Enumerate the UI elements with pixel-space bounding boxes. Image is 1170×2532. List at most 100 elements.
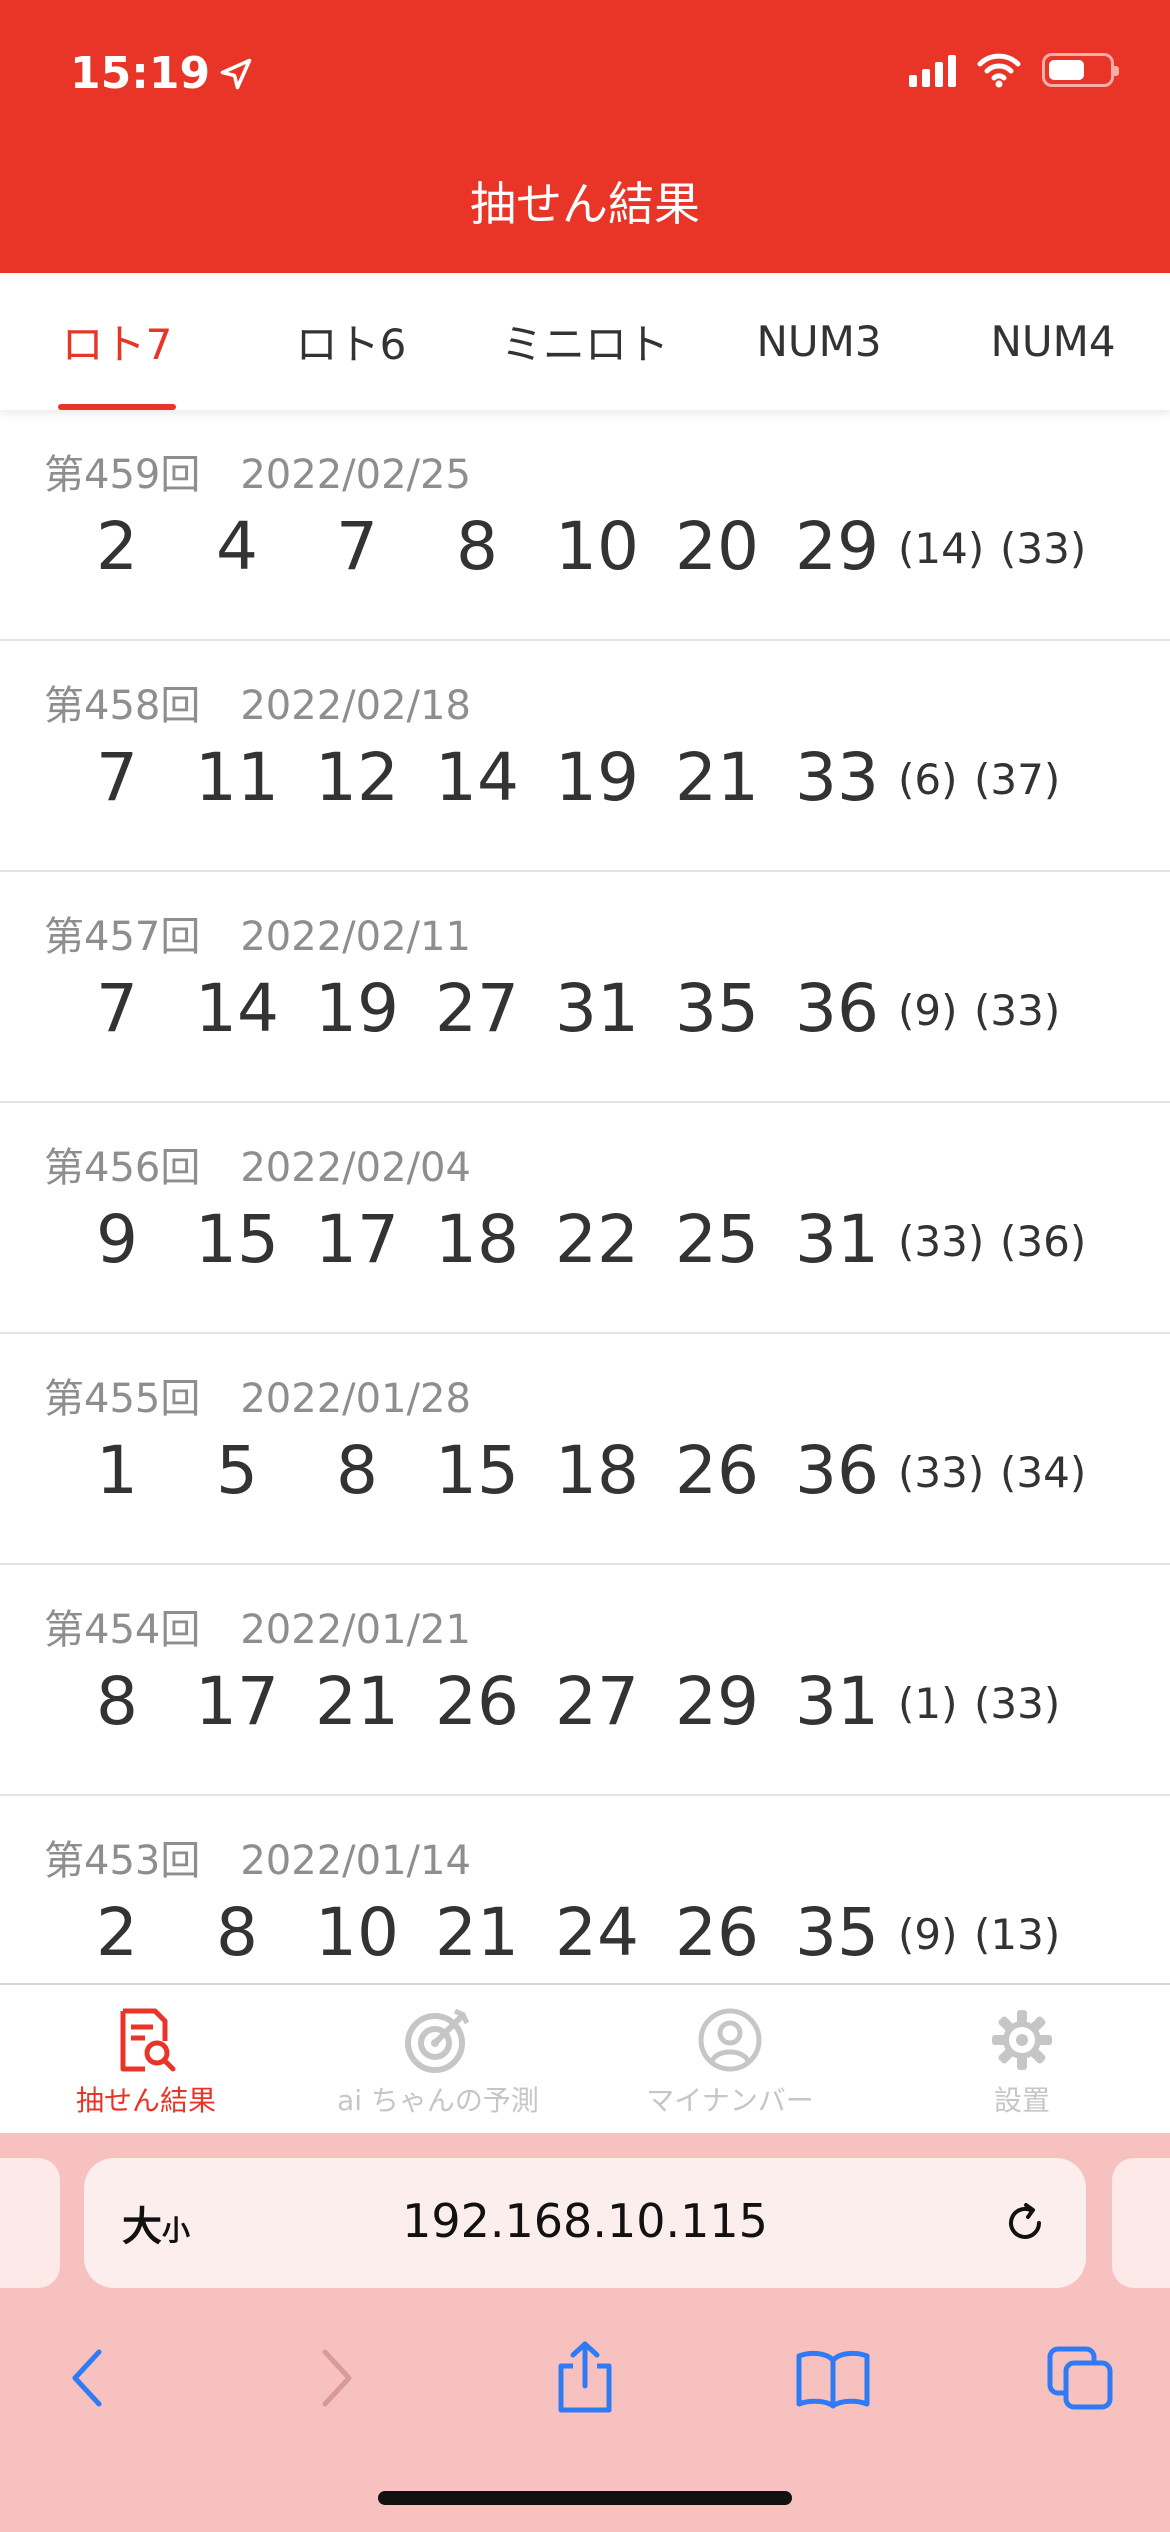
winning-number: 10	[315, 1894, 399, 1971]
result-meta: 第454回 2022/01/21	[44, 1597, 471, 1655]
target-icon	[403, 2005, 473, 2075]
result-meta: 第453回 2022/01/14	[44, 1828, 471, 1886]
reload-icon[interactable]	[1000, 2198, 1050, 2252]
winning-number: 35	[795, 1894, 879, 1971]
winning-number: 18	[555, 1432, 639, 1509]
browser-toolbar: 大小 192.168.10.115	[0, 2133, 1170, 2532]
share-icon	[558, 2341, 612, 2413]
result-row[interactable]: 第454回 2022/01/21 8 17 21 26 27 29 31 (1) …	[0, 1565, 1170, 1796]
round-number: 第455回	[44, 1376, 201, 1422]
tab-loto6[interactable]: ロト6	[234, 273, 468, 410]
result-row[interactable]: 第458回 2022/02/18 7 11 12 14 19 21 33 (6) …	[0, 641, 1170, 872]
winning-number: 7	[96, 739, 138, 816]
tabbar-item-my-number[interactable]: マイナンバー	[584, 1985, 876, 2135]
result-meta: 第458回 2022/02/18	[44, 673, 471, 731]
status-time-text: 15:19	[70, 48, 211, 99]
tabbar-label: 抽せん結果	[75, 2084, 216, 2117]
home-indicator	[378, 2491, 792, 2505]
tab-label: ロト6	[295, 320, 407, 369]
winning-number: 36	[795, 1432, 879, 1509]
app-header: 15:19 抽せん結果	[0, 0, 1170, 273]
url-text: 192.168.10.115	[402, 2194, 768, 2248]
winning-number: 7	[336, 508, 378, 585]
round-number: 第457回	[44, 914, 201, 960]
bottom-tab-bar: 抽せん結果 ai ちゃんの予測 マイナンバー 設置	[0, 1983, 1170, 2133]
winning-number: 2	[96, 508, 138, 585]
winning-number: 4	[216, 508, 258, 585]
results-list[interactable]: 第459回 2022/02/25 2 4 7 8 10 20 29 (14) (3…	[0, 410, 1170, 1983]
winning-number: 14	[435, 739, 519, 816]
bonus-number: (13)	[974, 1910, 1061, 1959]
round-number: 第456回	[44, 1145, 201, 1191]
winning-number: 1	[96, 1432, 138, 1509]
round-number: 第458回	[44, 683, 201, 729]
bonus-number: (36)	[1000, 1217, 1087, 1266]
winning-number: 11	[195, 739, 279, 816]
winning-number: 15	[435, 1432, 519, 1509]
tabs-icon	[1047, 2346, 1113, 2410]
active-tab-indicator	[58, 404, 176, 410]
bonus-number: (33)	[1000, 524, 1087, 573]
bookmarks-button[interactable]	[788, 2333, 878, 2423]
previous-tab-preview[interactable]	[0, 2158, 60, 2288]
tab-miniloto[interactable]: ミニロト	[468, 273, 702, 410]
bonus-number: (9)	[898, 1910, 958, 1959]
bonus-number: (34)	[1000, 1448, 1087, 1497]
result-row[interactable]: 第455回 2022/01/28 1 5 8 15 18 26 36 (33) (…	[0, 1334, 1170, 1565]
winning-number: 7	[96, 970, 138, 1047]
result-row[interactable]: 第456回 2022/02/04 9 15 17 18 22 25 31 (33)…	[0, 1103, 1170, 1334]
winning-number: 9	[96, 1201, 138, 1278]
tab-num4[interactable]: NUM4	[936, 273, 1170, 410]
winning-number: 26	[675, 1894, 759, 1971]
next-tab-preview[interactable]	[1112, 2158, 1170, 2288]
winning-number: 8	[96, 1663, 138, 1740]
result-row[interactable]: 第459回 2022/02/25 2 4 7 8 10 20 29 (14) (3…	[0, 410, 1170, 641]
winning-number: 20	[675, 508, 759, 585]
bonus-number: (6)	[898, 755, 958, 804]
winning-number: 27	[555, 1663, 639, 1740]
tab-num3[interactable]: NUM3	[702, 273, 936, 410]
winning-number: 14	[195, 970, 279, 1047]
winning-number: 8	[216, 1894, 258, 1971]
winning-number: 12	[315, 739, 399, 816]
result-row[interactable]: 第457回 2022/02/11 7 14 19 27 31 35 36 (9) …	[0, 872, 1170, 1103]
winning-number: 19	[315, 970, 399, 1047]
winning-number: 21	[435, 1894, 519, 1971]
tab-label: NUM4	[990, 317, 1116, 366]
draw-date: 2022/02/25	[240, 452, 471, 498]
tabbar-item-ai-prediction[interactable]: ai ちゃんの予測	[292, 1985, 584, 2135]
winning-number: 10	[555, 508, 639, 585]
winning-number: 33	[795, 739, 879, 816]
result-row[interactable]: 第453回 2022/01/14 2 8 10 21 24 26 35 (9) (…	[0, 1796, 1170, 1983]
winning-number: 31	[795, 1663, 879, 1740]
winning-number: 29	[795, 508, 879, 585]
back-button[interactable]	[42, 2333, 132, 2423]
draw-date: 2022/01/28	[240, 1376, 471, 1422]
draw-date: 2022/01/21	[240, 1607, 471, 1653]
winning-number: 5	[216, 1432, 258, 1509]
draw-date: 2022/02/18	[240, 683, 471, 729]
share-button[interactable]	[540, 2333, 630, 2423]
winning-number: 17	[195, 1663, 279, 1740]
winning-number: 31	[555, 970, 639, 1047]
book-icon	[796, 2350, 870, 2409]
tabbar-item-results[interactable]: 抽せん結果	[0, 1985, 292, 2135]
winning-number: 2	[96, 1894, 138, 1971]
user-circle-icon	[695, 2005, 765, 2075]
winning-number: 8	[336, 1432, 378, 1509]
winning-number: 26	[675, 1432, 759, 1509]
forward-button[interactable]	[292, 2333, 382, 2423]
tabs-button[interactable]	[1036, 2333, 1126, 2423]
winning-number: 24	[555, 1894, 639, 1971]
result-meta: 第455回 2022/01/28	[44, 1366, 471, 1424]
winning-number: 22	[555, 1201, 639, 1278]
result-meta: 第457回 2022/02/11	[44, 904, 471, 962]
bonus-number: (33)	[898, 1448, 985, 1497]
address-bar[interactable]: 大小 192.168.10.115	[84, 2158, 1086, 2288]
status-indicators	[909, 52, 1119, 88]
wifi-icon	[977, 53, 1021, 88]
tab-loto7[interactable]: ロト7	[0, 273, 234, 410]
tabbar-item-settings[interactable]: 設置	[876, 1985, 1168, 2135]
bonus-number: (33)	[898, 1217, 985, 1266]
draw-date: 2022/01/14	[240, 1838, 471, 1884]
